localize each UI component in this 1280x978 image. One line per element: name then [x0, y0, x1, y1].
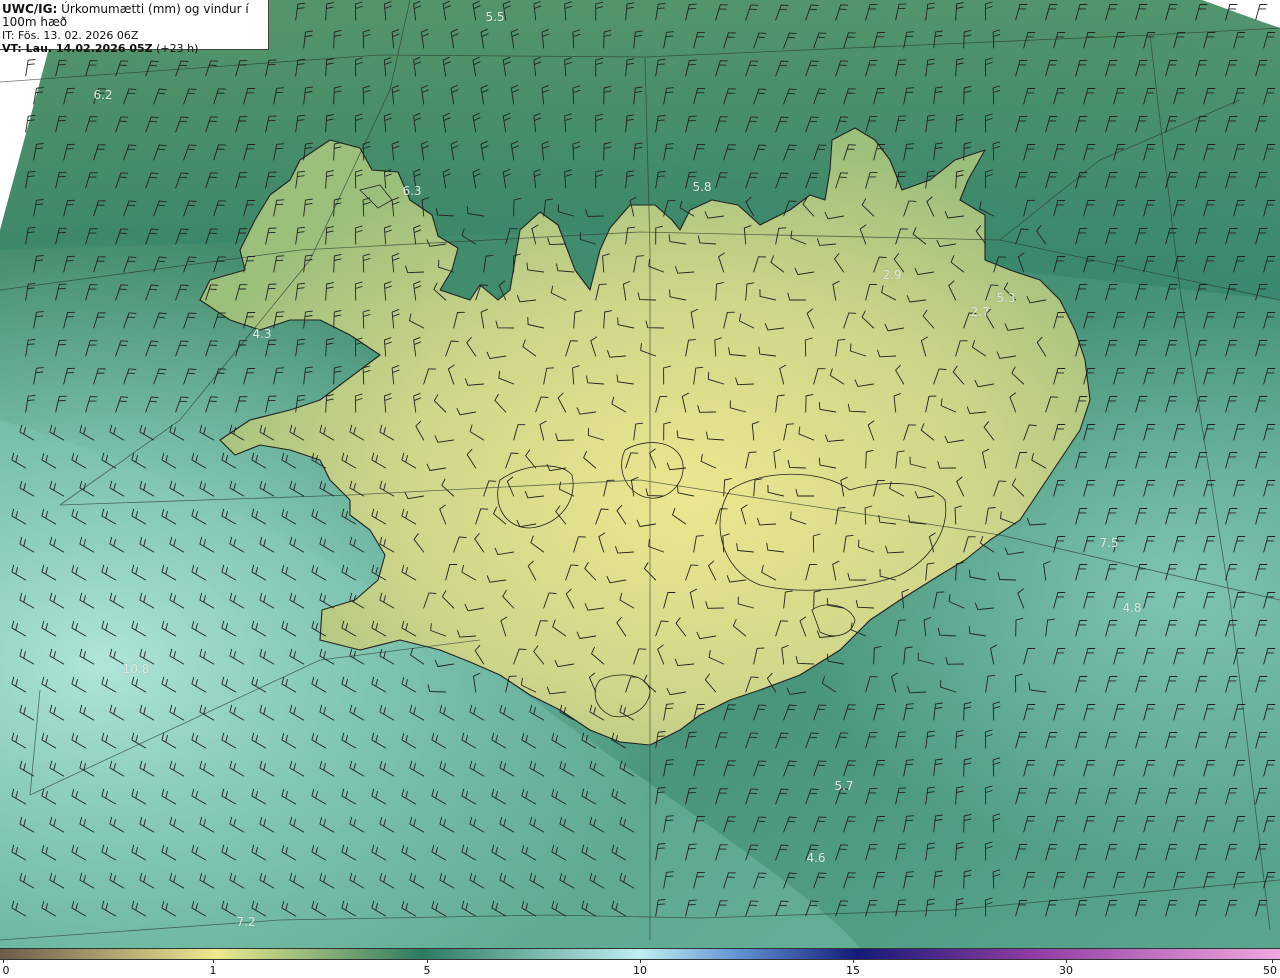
precip-value-label: 5.8 [692, 180, 712, 194]
title-line-2: IT: Fös. 13. 02. 2026 06Z [2, 29, 139, 42]
precip-value-label: 2.7 [970, 305, 990, 319]
precip-value-label: 7.2 [236, 915, 256, 929]
legend-tick-label: 5 [423, 964, 431, 977]
precip-value-label: 6.2 [93, 88, 113, 102]
legend-tick-mark [213, 960, 214, 963]
legend-tick-label: 30 [1059, 964, 1073, 977]
title-line-3: VT: Lau. 14.02.2026 05Z (+23 h) [2, 42, 199, 55]
legend-tick-mark [853, 960, 854, 963]
legend-tick-label: 10 [633, 964, 647, 977]
legend-tick-mark [1066, 960, 1067, 963]
legend-tick-mark [1272, 960, 1273, 963]
precip-value-label: 4.3 [252, 327, 272, 341]
legend-tick-label: 1 [209, 964, 217, 977]
legend-tick-label: 0 [2, 964, 10, 977]
legend-tick-label: 15 [846, 964, 860, 977]
legend-tick-mark [3, 960, 4, 963]
map-area: 5.5 6.2 6.3 5.8 2.9 5.3 2.7 4.3 7.5 4.8 10.8 5.7 4.6… [0, 0, 1280, 948]
precip-value-label: 7.5 [1099, 536, 1119, 550]
legend-tick-label: 50 [1263, 964, 1277, 977]
legend-color-bar [0, 948, 1280, 960]
precip-value-label: 5.5 [485, 10, 505, 24]
precip-value-label: 5.7 [834, 779, 854, 793]
precip-value-label: 10.8 [122, 662, 150, 676]
title-line-1: UWC/IG: Úrkomumætti (mm) og vindur í 100… [2, 2, 249, 29]
color-scale-legend: 0 1 5 10 15 30 50 [0, 948, 1280, 978]
precip-value-label: 4.6 [806, 851, 826, 865]
legend-tick-mark [640, 960, 641, 963]
precip-value-label: 6.3 [402, 184, 422, 198]
precip-value-label: 5.3 [996, 291, 1016, 305]
legend-tick-mark [427, 960, 428, 963]
precip-value-label: 4.8 [1122, 601, 1142, 615]
map-canvas [0, 0, 1280, 948]
precip-value-label: 2.9 [882, 268, 902, 282]
map-title-box: UWC/IG: Úrkomumætti (mm) og vindur í 100… [0, 0, 269, 55]
